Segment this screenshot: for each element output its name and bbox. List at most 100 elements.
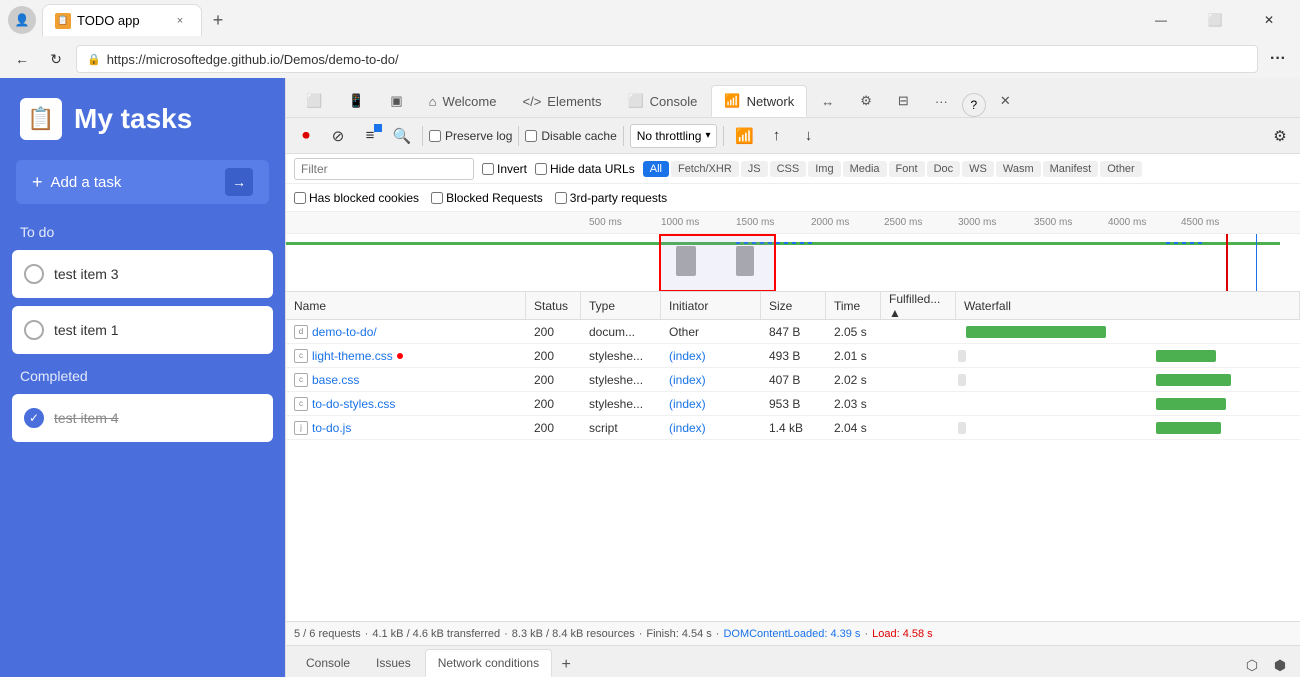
tab-close-button[interactable]: × (171, 12, 189, 30)
filter-tag-all[interactable]: All (643, 161, 669, 177)
cell-initiator-5[interactable]: (index) (661, 416, 761, 439)
minimize-button[interactable]: — (1138, 4, 1184, 36)
add-task-button[interactable]: + Add a task → (16, 160, 269, 204)
record-button[interactable]: ⏺ (292, 122, 320, 150)
dt-tab-performance[interactable]: ↔ (809, 85, 846, 117)
task-checkbox-test3[interactable] (24, 264, 44, 284)
preserve-log-input[interactable] (429, 130, 441, 142)
header-time[interactable]: Time (826, 292, 881, 319)
header-initiator[interactable]: Initiator (661, 292, 761, 319)
header-waterfall[interactable]: Waterfall (956, 292, 1300, 319)
bt-add-tab-button[interactable]: + (554, 653, 578, 677)
preserve-log-checkbox[interactable]: Preserve log (429, 129, 512, 143)
filter-tag-css[interactable]: CSS (770, 161, 807, 177)
header-name[interactable]: Name (286, 292, 526, 319)
invert-input[interactable] (482, 163, 494, 175)
table-row[interactable]: c base.css 200 styleshe... (index) 407 B… (286, 368, 1300, 392)
filter-tag-js[interactable]: JS (741, 161, 768, 177)
blocked-requests-checkbox[interactable]: Blocked Requests (431, 191, 543, 205)
filter-tag-media[interactable]: Media (843, 161, 887, 177)
blocked-requests-input[interactable] (431, 192, 443, 204)
task-checkbox-test1[interactable] (24, 320, 44, 340)
dt-tab-customize[interactable]: ⊟ (886, 85, 921, 117)
disable-cache-input[interactable] (525, 130, 537, 142)
dt-tab-more[interactable]: ··· (923, 85, 960, 117)
table-row[interactable]: d demo-to-do/ 200 docum... Other 847 B 2… (286, 320, 1300, 344)
back-button[interactable]: ← (8, 45, 36, 73)
dt-tab-device[interactable]: 📱 (336, 85, 376, 117)
table-row[interactable]: c to-do-styles.css 200 styleshe... (inde… (286, 392, 1300, 416)
bt-tab-issues[interactable]: Issues (364, 649, 423, 677)
dt-tab-settings[interactable]: ⚙ (848, 85, 884, 117)
dt-tab-welcome[interactable]: ⌂ Welcome (417, 85, 509, 117)
transferred-size: 4.1 kB / 4.6 kB transferred (372, 628, 500, 640)
bt-right-controls: ⬡ ⬢ (1240, 653, 1292, 677)
address-input[interactable]: 🔒 https://microsoftedge.github.io/Demos/… (76, 45, 1258, 73)
has-blocked-cookies-input[interactable] (294, 192, 306, 204)
refresh-button[interactable]: ↻ (42, 45, 70, 73)
dt-tab-layers[interactable]: ▣ (378, 85, 414, 117)
devtools-tab-bar: ⬜ 📱 ▣ ⌂ Welcome </> Elements ⬜ (286, 78, 1300, 118)
disable-cache-checkbox[interactable]: Disable cache (525, 129, 616, 143)
dt-tab-console[interactable]: ⬜ Console (615, 85, 709, 117)
timeline-area[interactable]: 500 ms 1000 ms 1500 ms 2000 ms 2500 ms 3… (286, 212, 1300, 292)
filter-tag-wasm[interactable]: Wasm (996, 161, 1041, 177)
cell-initiator-3[interactable]: (index) (661, 368, 761, 391)
header-size[interactable]: Size (761, 292, 826, 319)
has-blocked-cookies-checkbox[interactable]: Has blocked cookies (294, 191, 419, 205)
bt-tab-console[interactable]: Console (294, 649, 362, 677)
finish-time: Finish: 4.54 s (646, 628, 711, 640)
timeline-selection-box[interactable] (659, 234, 776, 292)
bt-fullscreen-button[interactable]: ⬢ (1268, 653, 1292, 677)
browser-tab[interactable]: 📋 TODO app × (42, 4, 202, 36)
table-row[interactable]: c light-theme.css 200 styleshe... (index… (286, 344, 1300, 368)
filter-tag-ws[interactable]: WS (962, 161, 994, 177)
ruler-mark-1000: 1000 ms (661, 217, 699, 228)
dt-close-button[interactable]: ✕ (988, 85, 1023, 117)
cell-status-3: 200 (526, 368, 581, 391)
header-fulfilled[interactable]: Fulfilled... ▲ (881, 292, 956, 319)
cell-initiator-2[interactable]: (index) (661, 344, 761, 367)
third-party-checkbox[interactable]: 3rd-party requests (555, 191, 667, 205)
filter-tag-other[interactable]: Other (1100, 161, 1142, 177)
dt-tab-elements[interactable]: </> Elements (510, 85, 613, 117)
hide-data-urls-checkbox[interactable]: Hide data URLs (535, 162, 635, 176)
third-party-input[interactable] (555, 192, 567, 204)
cell-waterfall-1 (956, 320, 1300, 343)
header-type[interactable]: Type (581, 292, 661, 319)
filter-tag-fetch[interactable]: Fetch/XHR (671, 161, 739, 177)
task-item-test1[interactable]: test item 1 (12, 306, 273, 354)
cell-type-4: styleshe... (581, 392, 661, 415)
filter-tag-manifest[interactable]: Manifest (1043, 161, 1099, 177)
filter-input[interactable] (294, 158, 474, 180)
filter-tag-img[interactable]: Img (808, 161, 840, 177)
network-settings-button[interactable]: ⚙ (1266, 122, 1294, 150)
task-item-test3[interactable]: test item 3 (12, 250, 273, 298)
download-button[interactable]: ↓ (794, 122, 822, 150)
filter-tag-font[interactable]: Font (889, 161, 925, 177)
maximize-button[interactable]: ⬜ (1192, 4, 1238, 36)
window-close-button[interactable]: ✕ (1246, 4, 1292, 36)
header-status[interactable]: Status (526, 292, 581, 319)
dt-tab-network[interactable]: 📶 Network (711, 85, 807, 117)
table-row[interactable]: j to-do.js 200 script (index) 1.4 kB 2.0… (286, 416, 1300, 440)
browser-menu-button[interactable]: ··· (1264, 45, 1292, 73)
upload-button[interactable]: ↑ (762, 122, 790, 150)
dt-tab-inspect[interactable]: ⬜ (294, 85, 334, 117)
dt-help-button[interactable]: ? (962, 93, 986, 117)
throttle-dropdown[interactable]: No throttling ▾ (630, 124, 718, 148)
bt-undock-button[interactable]: ⬡ (1240, 653, 1264, 677)
separator-3: · (639, 628, 643, 640)
invert-checkbox[interactable]: Invert (482, 162, 527, 176)
hide-data-urls-input[interactable] (535, 163, 547, 175)
clear-button[interactable]: ⊘ (324, 122, 352, 150)
filter-toggle-button[interactable]: ≡ (356, 122, 384, 150)
task-checkbox-test4[interactable]: ✓ (24, 408, 44, 428)
bt-tab-network-conditions[interactable]: Network conditions (425, 649, 552, 677)
new-tab-button[interactable]: + (202, 4, 234, 36)
search-button[interactable]: 🔍 (388, 122, 416, 150)
cell-initiator-4[interactable]: (index) (661, 392, 761, 415)
emulate-network-button[interactable]: 📶 (730, 122, 758, 150)
filter-tag-doc[interactable]: Doc (927, 161, 961, 177)
task-item-test4[interactable]: ✓ test item 4 (12, 394, 273, 442)
